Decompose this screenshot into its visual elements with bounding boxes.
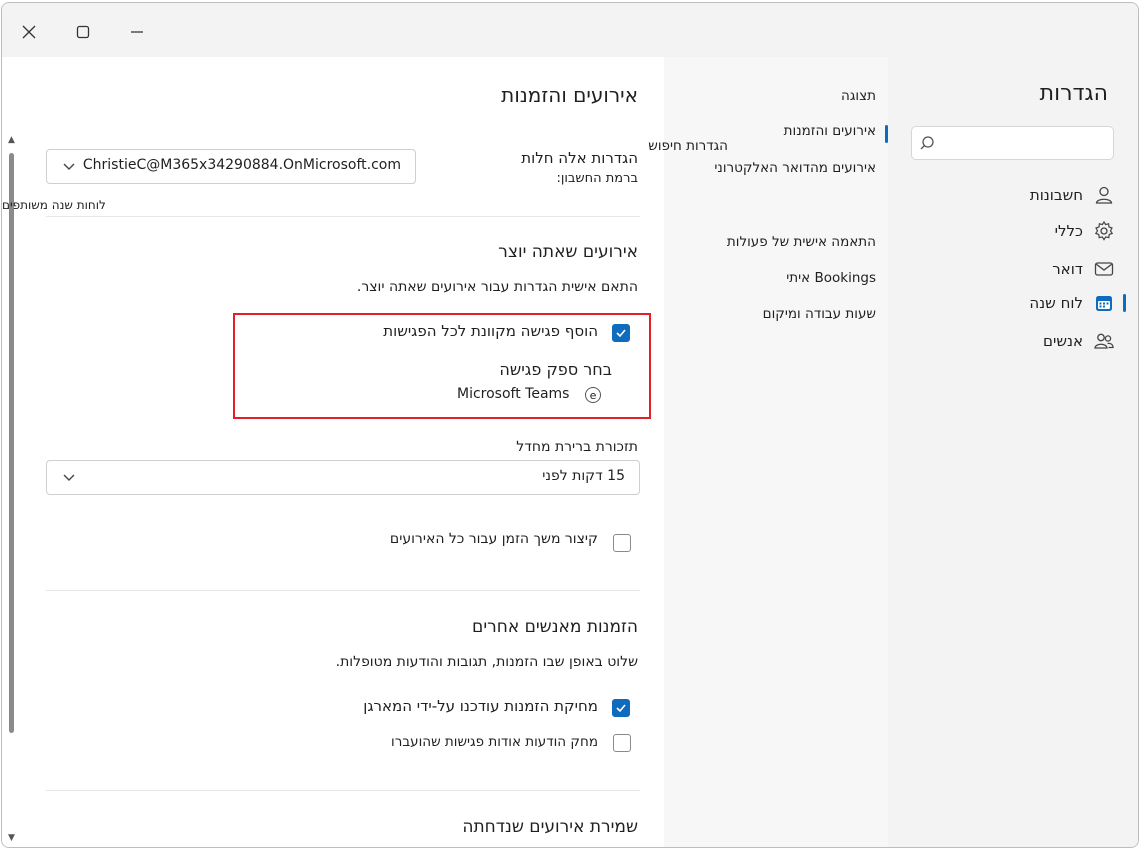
sidebar-item-label: דואר xyxy=(1052,260,1083,278)
settings-content-pane: אירועים והזמנות ▲ ▼ הגדרות אלה חלות ברמת… xyxy=(2,57,664,847)
scroll-down-arrow[interactable]: ▼ xyxy=(8,833,15,843)
sidebar-item-label: אנשים xyxy=(1043,332,1083,350)
provider-radio-glyph: e xyxy=(589,388,597,402)
close-button[interactable] xyxy=(14,17,44,47)
minimize-button[interactable] xyxy=(122,17,152,47)
search-input[interactable] xyxy=(911,126,1114,160)
reminder-label: תזכורת ברירת מחדל xyxy=(516,439,638,455)
page-title: אירועים והזמנות xyxy=(501,83,638,107)
online-meeting-label: הוסף פגישה מקוונת לכל הפגישות xyxy=(383,322,598,340)
settings-sidebar: הגדרות חשבונות כללי דואר לוח שנה אנשים xyxy=(888,57,1138,847)
account-dropdown[interactable]: ChristieC@M365x34290884.OnMicrosoft.com xyxy=(46,149,416,184)
section-description-created: התאם אישית הגדרות עבור אירועים שאתה יוצר… xyxy=(356,279,638,295)
delete-past-messages-label: מחק הודעות אודות פגישות שהועברו xyxy=(391,734,598,750)
sidebar-item-calendar[interactable]: לוח שנה xyxy=(1029,289,1115,317)
sidebar-item-label: כללי xyxy=(1054,222,1083,240)
online-meeting-checkbox[interactable] xyxy=(612,324,630,342)
settings-window: אירועים והזמנות ▲ ▼ הגדרות אלה חלות ברמת… xyxy=(1,2,1139,848)
provider-label: בחר ספק פגישה xyxy=(499,360,612,379)
title-bar xyxy=(2,3,1138,57)
delete-past-messages-checkbox[interactable] xyxy=(613,734,631,752)
search-icon xyxy=(920,136,934,150)
divider xyxy=(46,216,640,217)
gear-icon xyxy=(1094,220,1114,241)
provider-radio[interactable]: e xyxy=(585,387,601,403)
person-icon xyxy=(1095,186,1113,204)
account-label: הגדרות אלה חלות xyxy=(521,149,638,167)
nav-item-search-settings[interactable]: הגדרות חיפוש xyxy=(648,138,728,154)
calendar-icon xyxy=(1096,296,1112,311)
nav-item-events-invites[interactable]: אירועים והזמנות xyxy=(784,123,876,139)
sidebar-item-people[interactable]: אנשים xyxy=(1043,327,1115,355)
checkmark-icon xyxy=(616,704,626,713)
nav-item-work-hours[interactable]: שעות עבודה ומיקום xyxy=(763,306,876,322)
nav-item-customize-actions[interactable]: התאמה אישית של פעולות xyxy=(727,234,876,250)
delete-updated-invites-label: מחיקת הזמנות עודכנו על-ידי המארגן xyxy=(363,697,598,715)
sidebar-item-label: לוח שנה xyxy=(1029,294,1083,312)
chevron-down-icon xyxy=(63,163,75,170)
sidebar-title: הגדרות xyxy=(1039,81,1108,106)
section-heading-invites: הזמנות מאנשים אחרים xyxy=(472,617,638,637)
divider xyxy=(46,590,640,591)
sidebar-item-label: חשבונות xyxy=(1029,186,1083,204)
shorten-events-label: קיצור משך הזמן עבור כל האירועים xyxy=(389,531,598,547)
section-heading-declined: שמירת אירועים שנדחתה xyxy=(462,817,638,837)
sidebar-item-accounts[interactable]: חשבונות xyxy=(1030,181,1115,209)
sidebar-item-mail[interactable]: דואר xyxy=(1052,255,1115,283)
mail-icon xyxy=(1094,262,1114,276)
account-sublabel: ברמת החשבון: xyxy=(556,171,638,186)
section-heading-created: אירועים שאתה יוצר xyxy=(498,242,638,262)
maximize-icon xyxy=(76,25,90,39)
account-dropdown-value: ChristieC@M365x34290884.OnMicrosoft.com xyxy=(82,157,401,173)
checkmark-icon xyxy=(616,329,626,338)
sidebar-active-indicator xyxy=(1123,294,1126,312)
chevron-down-icon xyxy=(63,474,75,481)
nav-item-email-events[interactable]: אירועים מהדואר האלקטרוני xyxy=(714,160,876,176)
section-description-invites: שלוט באופן שבו הזמנות, תגובות והודעות מט… xyxy=(335,654,638,670)
delete-updated-invites-checkbox[interactable] xyxy=(612,699,630,717)
sidebar-item-general[interactable]: כללי xyxy=(1055,217,1115,245)
maximize-button[interactable] xyxy=(68,17,98,47)
minimize-icon xyxy=(131,31,143,33)
shorten-events-checkbox[interactable] xyxy=(613,534,631,552)
scrollbar-thumb[interactable] xyxy=(9,153,14,733)
reminder-dropdown-value: 15 דקות לפני xyxy=(542,468,625,484)
nav-item-bookings[interactable]: Bookings איתי xyxy=(786,270,876,286)
calendar-settings-nav: תצוגה אירועים והזמנות הגדרות חיפוש אירוע… xyxy=(648,57,888,847)
reminder-dropdown[interactable]: 15 דקות לפני xyxy=(46,460,640,495)
divider xyxy=(46,790,640,791)
people-icon xyxy=(1094,333,1114,349)
close-icon xyxy=(22,25,36,39)
scroll-up-arrow[interactable]: ▲ xyxy=(8,135,15,145)
shared-calendars-note: לוחות שנה משותפים xyxy=(2,198,106,212)
provider-value: Microsoft Teams xyxy=(457,386,570,402)
nav-item-view[interactable]: תצוגה xyxy=(841,88,876,104)
